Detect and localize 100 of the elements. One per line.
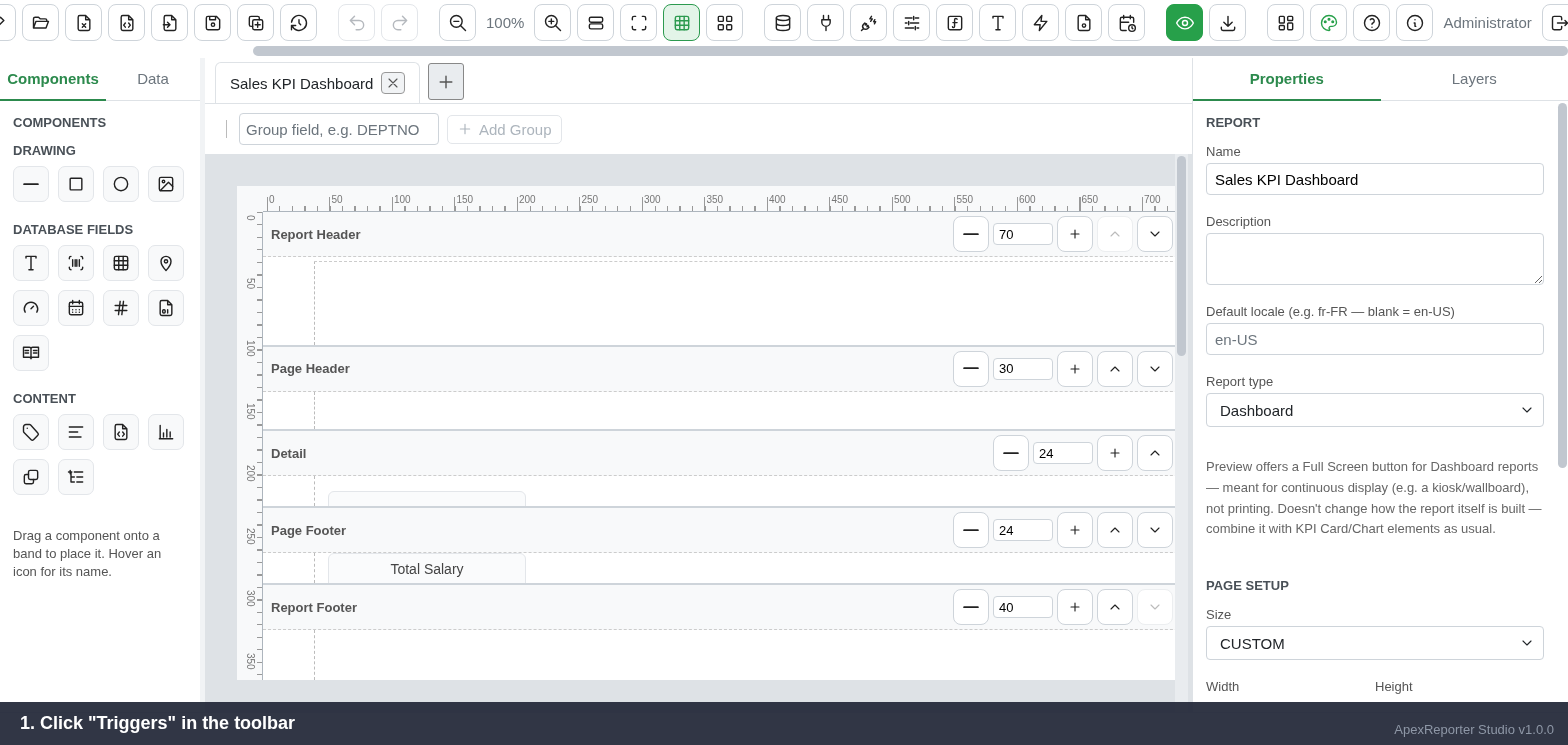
field-text: Total Salary — [390, 561, 464, 577]
copy-icon — [21, 467, 41, 487]
circle-icon — [111, 174, 131, 194]
section-heading: CONTENT — [13, 391, 77, 406]
band-height-input[interactable]: 40 — [993, 596, 1053, 618]
band-header[interactable]: Report Footer 40 — [263, 585, 1175, 630]
close-button[interactable] — [381, 72, 406, 94]
minus-icon — [1003, 451, 1019, 455]
hash-icon — [111, 298, 131, 318]
band-header[interactable]: Report Header 70 — [263, 212, 1175, 257]
help-text: Preview offers a Full Screen button for Dashboard reports — meant for continuous display (e.g. a kiosk/wallboard), not printing. Doesn't change how the report itself is built — combine it with KPI Card/Chart elements as usual. — [1206, 458, 1543, 539]
component-tile[interactable] — [148, 414, 184, 450]
bar-chart-icon — [156, 422, 176, 442]
minus-icon — [963, 605, 979, 609]
field-label: Height — [1375, 679, 1414, 695]
component-tile[interactable] — [58, 414, 94, 450]
version-text: ApexReporter Studio v1.0.0 — [1394, 722, 1554, 737]
band-header[interactable]: Page Header 30 — [263, 346, 1175, 392]
document-tab[interactable]: Sales KPI Dashboard — [215, 62, 421, 103]
select-dropdown[interactable]: Dashboard — [1206, 393, 1544, 427]
scrollbar-thumb[interactable] — [1177, 156, 1186, 356]
field-label: Default locale (e.g. fr-FR — blank = en-US) — [1206, 304, 1456, 319]
decrease-button[interactable] — [953, 589, 989, 625]
zoom-level: 100% — [485, 14, 526, 31]
minus-icon — [963, 367, 979, 370]
decrease-button[interactable] — [953, 350, 989, 387]
band-title: Report Header — [271, 226, 362, 242]
component-tile[interactable] — [13, 335, 49, 371]
component-tile[interactable] — [148, 245, 184, 281]
zoom-in-icon — [542, 12, 563, 33]
ruler-label: 150 — [456, 195, 475, 205]
band-height-input[interactable]: 70 — [993, 223, 1053, 245]
band-title: Page Header — [271, 361, 351, 376]
ruler-label: 250 — [581, 195, 600, 205]
select-dropdown[interactable]: CUSTOM — [1206, 626, 1544, 661]
increase-button[interactable] — [1057, 216, 1093, 252]
text-input[interactable]: Sales KPI Dashboard — [1206, 163, 1544, 195]
component-tile[interactable] — [103, 245, 139, 281]
ruler-label: 400 — [769, 195, 787, 205]
component-tile[interactable] — [103, 414, 139, 450]
section-heading: PAGE SETUP — [1206, 578, 1290, 594]
decrease-button[interactable] — [953, 216, 989, 252]
component-tile[interactable] — [58, 290, 94, 326]
band-height-input[interactable]: 24 — [993, 519, 1053, 541]
ruler-label: 350 — [706, 195, 725, 205]
ruler-label: 50 — [245, 277, 255, 289]
increase-button[interactable] — [1057, 350, 1093, 387]
component-tile[interactable] — [58, 245, 94, 281]
panel-tab[interactable]: Data — [106, 58, 200, 101]
history-icon — [288, 12, 309, 33]
ruler-label: 500 — [894, 195, 912, 205]
field-label: Report type — [1206, 374, 1275, 389]
text-input[interactable]: en-US — [1206, 323, 1544, 355]
band-header[interactable]: Detail 24 — [263, 431, 1175, 476]
zoom-out-icon — [447, 12, 468, 33]
report-field[interactable]: Total Salary — [328, 553, 526, 583]
increase-button[interactable] — [1057, 589, 1093, 625]
component-tile[interactable] — [148, 166, 184, 202]
component-tile[interactable] — [103, 166, 139, 202]
info-icon — [1404, 12, 1425, 33]
tag-icon — [21, 422, 41, 442]
ruler-label: 0 — [245, 215, 255, 221]
panel-tab[interactable]: Layers — [1380, 58, 1568, 101]
minus-icon — [963, 528, 979, 532]
component-tile[interactable] — [13, 414, 49, 450]
component-tile[interactable] — [13, 245, 49, 281]
section-heading: REPORT — [1206, 115, 1262, 130]
ruler-label: 450 — [831, 195, 850, 205]
field-label: Width — [1206, 679, 1241, 695]
section-heading: DATABASE FIELDS — [13, 222, 135, 237]
increase-button[interactable] — [1057, 512, 1093, 548]
component-tile[interactable] — [58, 166, 94, 202]
line-icon — [23, 182, 39, 186]
table-icon — [111, 253, 131, 273]
field-label: Size — [1206, 607, 1233, 623]
group-field-input[interactable]: Group field, e.g. DEPTNO — [239, 113, 439, 145]
ruler-label: 650 — [1081, 195, 1100, 205]
component-tile[interactable] — [13, 166, 49, 202]
component-tile[interactable] — [103, 290, 139, 326]
section-heading: COMPONENTS — [13, 115, 108, 130]
component-tile[interactable] — [148, 290, 184, 326]
scrollbar-thumb[interactable] — [1558, 103, 1567, 468]
new-tab-button[interactable] — [428, 63, 465, 100]
scrollbar-thumb[interactable] — [253, 46, 1568, 56]
ruler-label: 100 — [245, 340, 255, 357]
panel-tab[interactable]: Components — [0, 58, 106, 101]
band-header[interactable]: Page Footer 24 — [263, 508, 1175, 553]
decrease-button[interactable] — [993, 435, 1029, 471]
panel-tab[interactable]: Properties — [1193, 58, 1381, 101]
component-tile[interactable] — [58, 459, 94, 495]
component-tile[interactable] — [13, 459, 49, 495]
band-height-input[interactable]: 30 — [993, 357, 1053, 380]
band-height-input[interactable]: 24 — [1033, 442, 1093, 464]
component-tile[interactable] — [13, 290, 49, 326]
increase-button[interactable] — [1097, 435, 1133, 471]
ruler-label: 200 — [519, 195, 537, 205]
band-title: Detail — [271, 445, 308, 461]
decrease-button[interactable] — [953, 512, 989, 548]
tutorial-step-text: 1. Click "Triggers" in the toolbar — [20, 713, 296, 734]
band-title: Page Footer — [271, 522, 348, 538]
